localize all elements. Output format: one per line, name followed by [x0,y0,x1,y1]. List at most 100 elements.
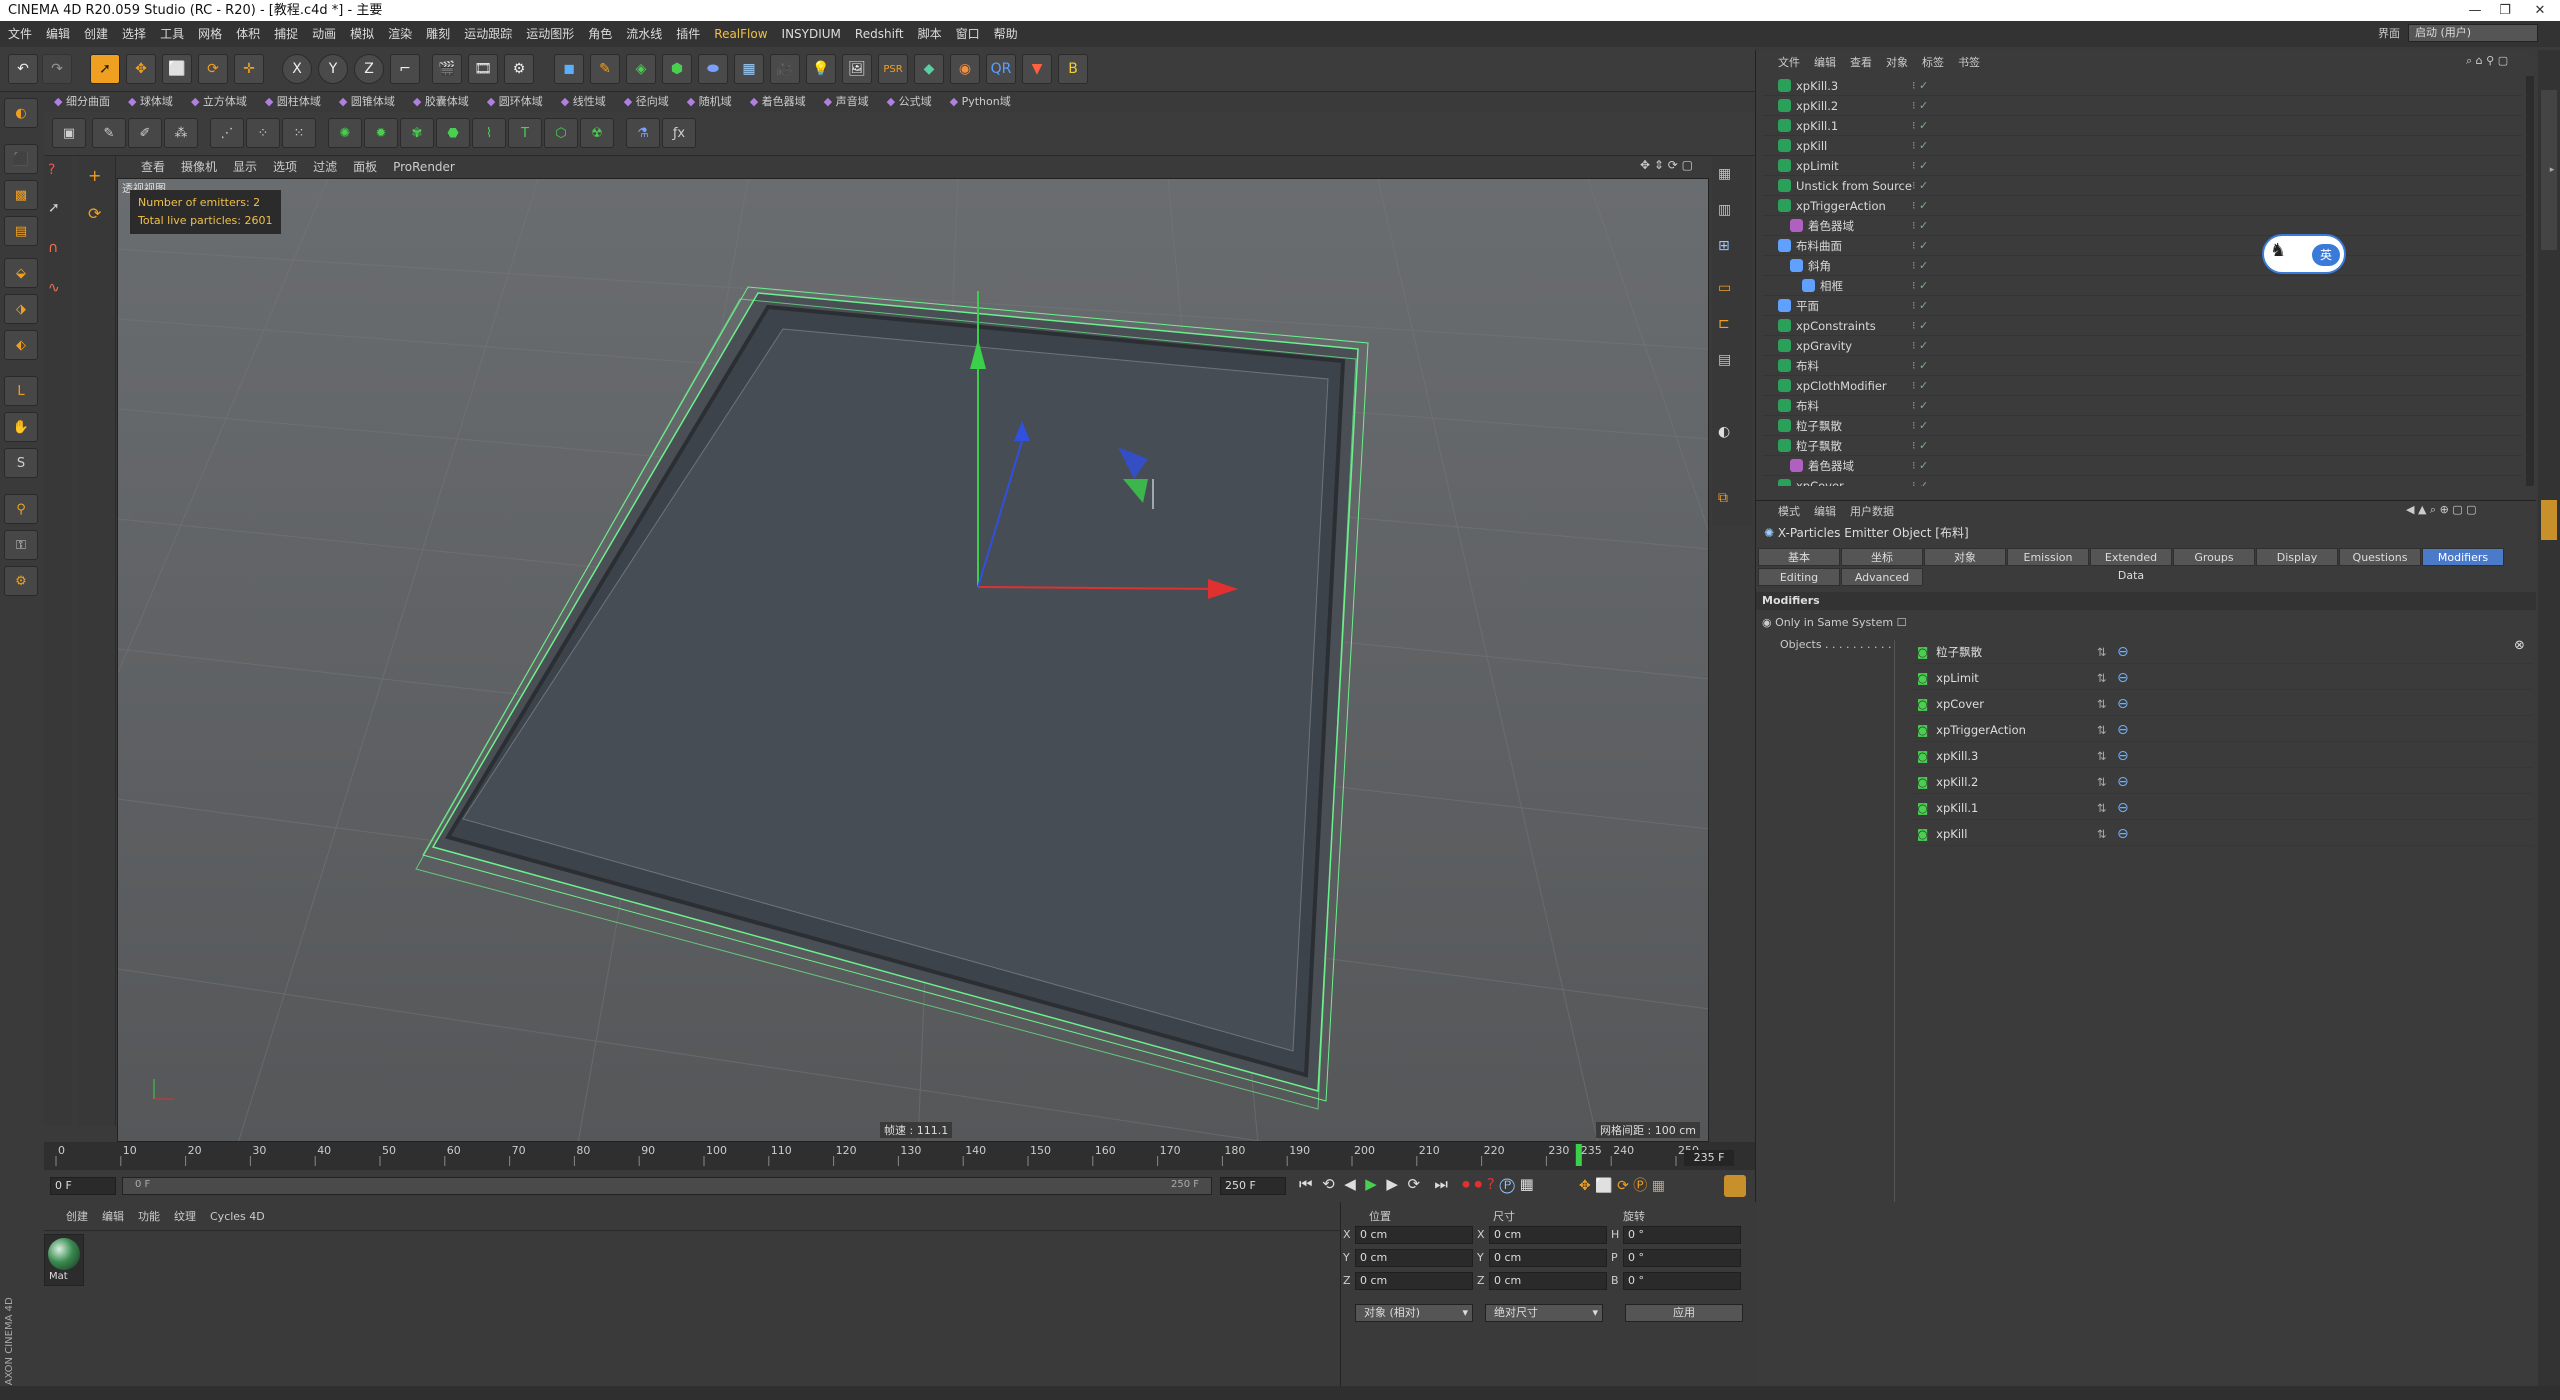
visibility-icon[interactable]: ⁝ ✓ [1912,456,1928,476]
menu-item[interactable]: RealFlow [714,27,767,41]
tree-row[interactable]: xpCover ⁝ ✓ [1762,476,2522,486]
visibility-icon[interactable]: ⁝ ✓ [1912,316,1928,336]
menu-item[interactable]: 帮助 [994,27,1018,41]
render-picture-viewer-icon[interactable]: 🎞 [468,54,498,84]
timeline-icon[interactable]: ▭ [1718,280,1731,296]
modifier-list-item[interactable]: ◙ xpTriggerAction ⇅ ⊖ [1913,718,2533,742]
redshift-icon[interactable]: ▼ [1022,54,1052,84]
key-rotate-icon[interactable]: ⟳ [1617,1178,1629,1194]
model-mode-icon[interactable]: ⬛ [4,144,38,174]
menu-item[interactable]: 编辑 [46,27,70,41]
rotate-tool-icon[interactable]: ⟳ [198,54,228,84]
lock-workplane-icon[interactable]: ⚲ [4,494,38,524]
attribute-menu-item[interactable]: 编辑 [1814,505,1836,518]
position-field[interactable]: 0 cm [1355,1249,1473,1267]
tree-row[interactable]: xpLimit ⁝ ✓ [1762,156,2522,176]
remove-icon[interactable]: ⊖ [2117,822,2129,846]
split-view-icon[interactable]: ▥ [1718,202,1731,218]
object-tree-scrollbar[interactable] [2526,76,2534,486]
magnet-icon[interactable]: ∩ [48,240,58,256]
size-field[interactable]: 0 cm [1489,1249,1607,1267]
make-editable-icon[interactable]: ◐ [4,98,38,128]
field-item[interactable]: ◆ 随机域 [687,95,732,108]
preview-range-slider[interactable]: 0 F 250 F [122,1177,1212,1195]
visibility-icon[interactable]: ⁝ ✓ [1912,176,1928,196]
menu-item[interactable]: 流水线 [626,27,662,41]
attribute-menu-item[interactable]: 用户数据 [1850,505,1894,518]
attribute-menu-item[interactable]: 模式 [1778,505,1800,518]
tab-editing[interactable]: Editing [1758,568,1840,586]
brush-icon[interactable]: ✐ [128,118,162,148]
rotation-field[interactable]: 0 ° [1623,1249,1741,1267]
drag-handle-icon[interactable]: ⇅ [2097,770,2107,794]
live-select-icon[interactable]: ➚ [90,54,120,84]
psr-icon[interactable]: PSR [878,54,908,84]
geometry-icon[interactable]: ⬣ [436,118,470,148]
tree-row[interactable]: xpKill.2 ⁝ ✓ [1762,96,2522,116]
viewport-menu-item[interactable]: 摄像机 [181,160,217,174]
spline-icon[interactable]: ✎ [92,118,126,148]
field-item[interactable]: ◆ 线性域 [561,95,606,108]
material-swatch[interactable]: Mat [44,1234,84,1286]
drag-handle-icon[interactable]: ⇅ [2097,640,2107,664]
circle-dots-icon[interactable]: ⁘ [246,118,280,148]
viewport-layout-icon[interactable]: ▣ [52,118,86,148]
flask-icon[interactable]: ⚗ [626,118,660,148]
p-key-icon[interactable]: Ⓟ [1500,1175,1515,1193]
visibility-icon[interactable]: ⁝ ✓ [1912,196,1928,216]
menu-item[interactable]: 创建 [84,27,108,41]
tab-对象[interactable]: 对象 [1924,548,2006,566]
timeline-ruler[interactable]: 0 10 20 30 40 50 60 70 80 90 100 110 120 130 140 150 160… [44,1142,1755,1168]
size-field[interactable]: 0 cm [1489,1272,1607,1290]
maximize-icon[interactable]: ❐ [2490,0,2520,21]
tree-row[interactable]: 粒子飘散 ⁝ ✓ [1762,416,2522,436]
cache-icon[interactable]: ⬡ [544,118,578,148]
generator-icon[interactable]: ✾ [400,118,434,148]
remove-icon[interactable]: ⊖ [2117,718,2129,742]
menu-item[interactable]: 动画 [312,27,336,41]
viewport-menu-item[interactable]: 查看 [141,160,165,174]
fluid-icon[interactable]: ☢ [580,118,614,148]
tab-extended-data[interactable]: Extended Data [2090,548,2172,582]
modifier-list-item[interactable]: ◙ xpLimit ⇅ ⊖ [1913,666,2533,690]
solo-icon[interactable]: ⚿ [4,530,38,560]
field-item[interactable]: ◆ 着色器域 [750,95,806,108]
field-item[interactable]: ◆ Python域 [950,95,1011,108]
light-icon[interactable]: 💡 [806,54,836,84]
remove-icon[interactable]: ⊖ [2117,666,2129,690]
edges-mode-icon[interactable]: ⬗ [4,294,38,324]
gear-icon[interactable]: ⚙ [4,566,38,596]
apply-button[interactable]: 应用 [1625,1304,1743,1322]
coord-size-dropdown[interactable]: 绝对尺寸 ▾ [1485,1304,1603,1322]
field-item[interactable]: ◆ 圆柱体域 [265,95,321,108]
realflow-icon[interactable]: ◉ [950,54,980,84]
visibility-icon[interactable]: ⁝ ✓ [1912,156,1928,176]
prev-key-icon[interactable]: ⟲ [1322,1175,1335,1193]
tree-row[interactable]: xpConstraints ⁝ ✓ [1762,316,2522,336]
visibility-icon[interactable]: ⁝ ✓ [1912,116,1928,136]
tree-row[interactable]: 布料 ⁝ ✓ [1762,396,2522,416]
attribute-nav-icon[interactable]: ◀ ▲ ⌕ ⊕ ▢ ▢ [2406,503,2477,517]
visibility-icon[interactable]: ⁝ ✓ [1912,436,1928,456]
render-queue-icon[interactable]: ◐ [1718,424,1730,440]
material-menu-item[interactable]: 纹理 [174,1210,196,1223]
render-settings-icon[interactable]: ⚙ [504,54,534,84]
menu-item[interactable]: 渲染 [388,27,412,41]
field-item[interactable]: ◆ 胶囊体域 [413,95,469,108]
object-manager-tools-icon[interactable]: ⌕ ⌂ ⚲ ▢ [2466,54,2508,68]
camera-icon[interactable]: 🎥 [770,54,800,84]
cube-icon[interactable]: ◼ [554,54,584,84]
first-frame-icon[interactable]: ⏮ [1299,1175,1313,1193]
menu-item[interactable]: 窗口 [956,27,980,41]
tree-row[interactable]: 着色器域 ⁝ ✓ [1762,456,2522,476]
only-same-system-option[interactable]: ◉ Only in Same System ☐ [1762,616,1906,629]
subdivision-icon[interactable]: ◈ [626,54,656,84]
field-item[interactable]: ◆ 圆锥体域 [339,95,395,108]
workplane-icon[interactable]: ▤ [4,216,38,246]
visibility-icon[interactable]: ⁝ ✓ [1912,276,1928,296]
curve-icon[interactable]: ⊏ [1718,316,1730,332]
key-scale-icon[interactable]: ⬜ [1595,1178,1612,1194]
drag-handle-icon[interactable]: ⇅ [2097,796,2107,820]
picture-viewer-icon[interactable]: 🖼 [842,54,872,84]
viewport-nav-icon[interactable]: ✥ ⇕ ⟳ ▢ [1640,158,1693,172]
